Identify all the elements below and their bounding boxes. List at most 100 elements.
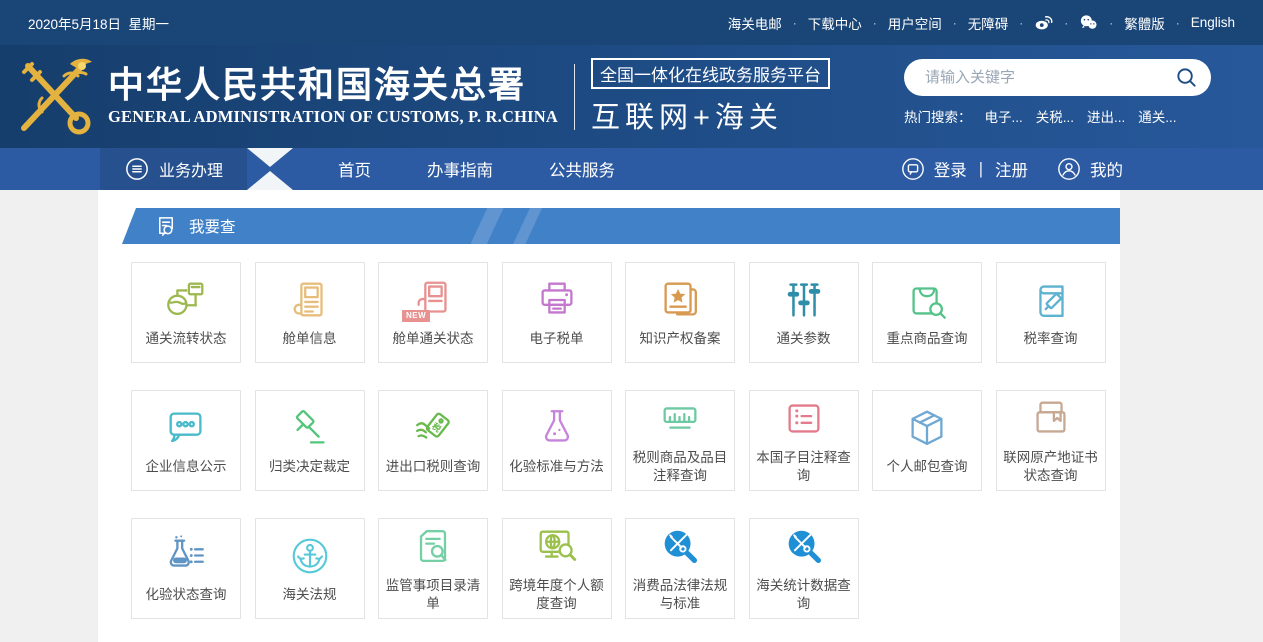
manifest-doc-icon [287,277,333,323]
tile-label: 监管事项目录清单 [385,577,481,612]
nav-link-1[interactable]: 首页 [338,157,371,181]
tile-label: 跨境年度个人额度查询 [509,577,605,612]
topbar-separator-dot: · [1064,16,1068,30]
register-button[interactable]: 注册 [995,157,1028,181]
tile-18[interactable]: 海关法规 [255,518,365,619]
search-box[interactable] [904,59,1211,96]
brand-text: 中华人民共和国海关总署 GENERAL ADMINISTRATION OF CU… [108,66,558,127]
clipboard-search-icon [410,524,456,570]
tile-4[interactable]: 电子税单 [502,262,612,363]
search-area: 热门搜索： 电子... 关税... 进出... 通关... [904,59,1211,126]
tile-13[interactable]: 税则商品及品目注释查询 [625,390,735,491]
tile-7[interactable]: 重点商品查询 [872,262,982,363]
topbar-link-1[interactable]: 海关电邮 [728,13,782,33]
topbar-separator-dot: · [1176,16,1180,30]
list-card-icon [781,396,827,442]
nav-pointer-decoration [247,148,293,190]
business-menu-button[interactable]: 业务办理 [100,148,247,190]
tile-9[interactable]: 企业信息公示 [131,390,241,491]
ruler-icon [657,396,703,442]
section-header-band: 我要查 [122,208,1120,244]
nav-links: 首页 办事指南 公共服务 [338,148,615,190]
tile-label: 舱单通关状态 [393,330,474,348]
tile-label: 重点商品查询 [887,330,968,348]
hot-search-item-2[interactable]: 关税... [1036,106,1074,126]
hot-search-label: 热门搜索： [904,106,972,126]
login-button[interactable]: 登录 [934,157,967,181]
topbar-separator-dot: · [873,16,877,30]
tile-5[interactable]: 知识产权备案 [625,262,735,363]
topbar-link-2[interactable]: 下载中心 [808,13,862,33]
tile-label: 消费品法律法规与标准 [632,577,728,612]
site-subtitle: GENERAL ADMINISTRATION OF CUSTOMS, P. R.… [108,107,558,127]
topbar-link-4[interactable]: 无障碍 [968,13,1009,33]
my-account-button[interactable]: 我的 [1090,157,1123,181]
tile-17[interactable]: 化验状态查询 [131,518,241,619]
tile-21[interactable]: 消费品法律法规与标准 [625,518,735,619]
weibo-icon[interactable] [1034,13,1053,32]
certificate-box-icon [1028,396,1074,442]
platform-block: 全国一体化在线政务服务平台 互联网+海关 [591,58,830,136]
anchor-icon [287,533,333,579]
tile-12[interactable]: 化验标准与方法 [502,390,612,491]
tile-15[interactable]: 个人邮包查询 [872,390,982,491]
globe-monitor-icon [163,277,209,323]
tile-20[interactable]: 跨境年度个人额度查询 [502,518,612,619]
hot-search-item-3[interactable]: 进出... [1087,106,1125,126]
tile-22[interactable]: 海关统计数据查询 [749,518,859,619]
main-content-panel: 我要查 通关流转状态舱单信息 NEW 舱单通关状态 电子税单知识产权备案 通关参数 重点商… [98,190,1120,642]
topbar-separator-dot: · [793,16,797,30]
tile-19[interactable]: 监管事项目录清单 [378,518,488,619]
new-badge: NEW [402,310,430,322]
nav-link-2[interactable]: 办事指南 [427,157,493,181]
wechat-icon[interactable] [1079,13,1098,32]
tile-11[interactable]: 税进出口税则查询 [378,390,488,491]
hot-search-item-4[interactable]: 通关... [1138,106,1176,126]
tile-label: 化验状态查询 [146,586,227,604]
flask-list-icon [163,533,209,579]
tile-2[interactable]: 舱单信息 [255,262,365,363]
nav-account-area: 登录 | 注册 我的 [901,148,1123,190]
login-register-separator: | [979,160,983,179]
topbar-links: 海关电邮·下载中心·用户空间·无障碍···繁體版·English [728,13,1235,33]
topbar-link-3[interactable]: 用户空间 [888,13,942,33]
topbar: 2020年5月18日 星期一 海关电邮·下载中心·用户空间·无障碍···繁體版·… [0,0,1263,45]
tile-14[interactable]: 本国子目注释查询 [749,390,859,491]
tile-label: 通关参数 [777,330,831,348]
topbar-link-7[interactable]: 繁體版 [1124,13,1165,33]
search-icon[interactable] [1175,66,1198,89]
gavel-icon [287,405,333,451]
message-bubble-icon [901,157,925,181]
tile-label: 税率查询 [1024,330,1078,348]
tile-6[interactable]: 通关参数 [749,262,859,363]
book-pen-icon [1028,277,1074,323]
tile-label: 本国子目注释查询 [756,449,852,484]
tile-3[interactable]: NEW 舱单通关状态 [378,262,488,363]
topbar-separator-dot: · [1109,16,1113,30]
user-circle-icon [1057,157,1081,181]
date-text: 2020年5月18日 星期一 [28,13,169,33]
topbar-separator-dot: · [1019,16,1023,30]
section-title: 我要查 [189,215,236,237]
hamburger-circle-icon [125,157,149,181]
topbar-link-8[interactable]: English [1191,15,1235,30]
tile-10[interactable]: 归类决定裁定 [255,390,365,491]
hot-search-item-1[interactable]: 电子... [985,106,1023,126]
tile-label: 归类决定裁定 [269,458,350,476]
tile-8[interactable]: 税率查询 [996,262,1106,363]
tile-label: 个人邮包查询 [887,458,968,476]
customs-emblem-logo [12,54,100,140]
printer-icon [534,277,580,323]
tile-label: 联网原产地证书状态查询 [1003,449,1099,484]
card-star-icon [657,277,703,323]
tile-1[interactable]: 通关流转状态 [131,262,241,363]
tile-label: 知识产权备案 [640,330,721,348]
search-input[interactable] [923,68,1175,87]
banner-divider [574,64,575,130]
flask-icon [534,405,580,451]
tile-label: 企业信息公示 [146,458,227,476]
monitor-search-icon [534,524,580,570]
nav-link-3[interactable]: 公共服务 [549,157,615,181]
doc-search-icon [155,215,178,238]
tile-16[interactable]: 联网原产地证书状态查询 [996,390,1106,491]
